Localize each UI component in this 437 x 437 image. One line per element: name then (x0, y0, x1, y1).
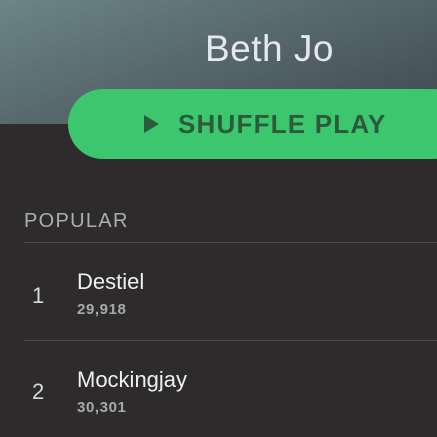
artist-screen: Beth Jo SHUFFLE PLAY POPULAR 1 Destiel 2… (0, 0, 437, 437)
track-row[interactable]: 2 Mockingjay 30,301 (0, 341, 437, 437)
track-number: 2 (32, 379, 45, 404)
shuffle-play-button[interactable]: SHUFFLE PLAY (68, 89, 437, 159)
track-play-count: 30,301 (77, 399, 127, 416)
artist-name: Beth Jo (205, 28, 334, 69)
track-title: Mockingjay (77, 367, 188, 392)
popular-section-title: POPULAR (24, 210, 129, 232)
shuffle-play-label: SHUFFLE PLAY (178, 108, 387, 139)
track-row[interactable]: 1 Destiel 29,918 (0, 243, 437, 339)
track-play-count: 29,918 (77, 301, 127, 318)
track-number: 1 (32, 283, 45, 308)
play-icon (144, 115, 159, 133)
track-title: Destiel (77, 269, 145, 294)
